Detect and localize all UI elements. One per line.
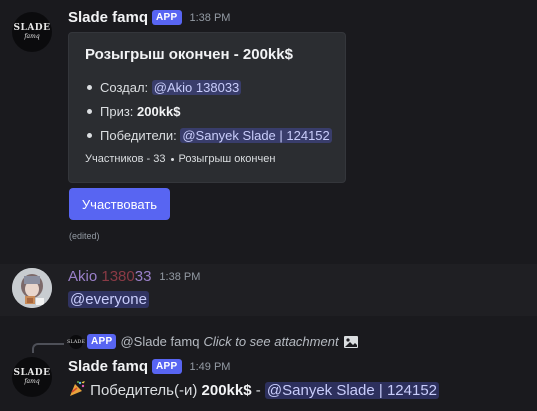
winner-mention[interactable]: @Sanyek Slade | 124152	[264, 382, 439, 399]
reply-author: @Slade famq	[120, 334, 200, 349]
reply-avatar: SLADE	[67, 334, 86, 349]
reply-preview: Click to see attachment	[203, 334, 339, 349]
everyone-mention[interactable]: @everyone	[68, 291, 149, 308]
embed-title: Розыгрыш окончен - 200kk$	[85, 46, 293, 63]
creator-mention[interactable]: @Akio 138033	[151, 79, 242, 95]
prize-value: 200kk$	[201, 382, 252, 399]
winners-label: Победители:	[100, 127, 177, 143]
image-icon	[343, 335, 358, 348]
message-header: Slade famq APP 1:49 PM	[68, 358, 230, 375]
avatar-logo-text: SLADE	[13, 23, 51, 33]
timestamp[interactable]: 1:38 PM	[190, 12, 231, 24]
avatar[interactable]	[12, 268, 52, 308]
message-header: Akio 138033 1:38 PM	[68, 268, 200, 285]
bullet	[87, 108, 92, 114]
avatar[interactable]: SLADE famq	[12, 357, 52, 397]
app-badge: APP	[152, 10, 182, 25]
content-separator: -	[251, 382, 265, 399]
embed-field-list: Создал: @Akio 138033 Приз: 200kk$ Победи…	[85, 75, 332, 147]
reply-avatar-text: SLADE	[67, 338, 86, 345]
footer-separator	[170, 157, 174, 161]
creator-label: Создал:	[100, 79, 149, 95]
timestamp[interactable]: 1:38 PM	[159, 271, 200, 283]
avatar-image	[12, 268, 52, 308]
winner-prefix: Победитель(-и)	[90, 382, 202, 399]
app-badge: APP	[87, 334, 117, 349]
author-name[interactable]: Slade famq	[68, 358, 148, 375]
participants-count: Участников - 33	[85, 153, 166, 165]
avatar-logo-subtext: famq	[24, 33, 40, 40]
bullet	[87, 132, 92, 138]
author-name-number: 1380	[101, 268, 135, 285]
author-name-text: Akio	[68, 268, 98, 285]
message-content: Победитель(-и) 200kk$ - @Sanyek Slade | …	[68, 380, 439, 399]
app-badge: APP	[152, 359, 182, 374]
edited-label: (edited)	[69, 231, 100, 241]
avatar[interactable]: SLADE famq	[12, 12, 52, 52]
message-content: @everyone	[68, 291, 149, 308]
list-item: Приз: 200kk$	[85, 99, 332, 123]
list-item: Создал: @Akio 138033	[85, 75, 332, 99]
author-name-number-end: 33	[134, 268, 152, 285]
avatar-logo-text: SLADE	[13, 368, 51, 378]
embed-footer: Участников - 33 Розыгрыш окончен	[85, 153, 275, 165]
message-header: Slade famq APP 1:38 PM	[68, 9, 230, 26]
prize-value: 200kk$	[137, 103, 181, 119]
party-popper-icon	[70, 380, 85, 396]
reply-connector	[32, 343, 64, 353]
timestamp[interactable]: 1:49 PM	[190, 361, 231, 373]
prize-label: Приз:	[100, 103, 134, 119]
winner-mention[interactable]: @Sanyek Slade | 124152	[180, 127, 332, 143]
giveaway-status: Розыгрыш окончен	[178, 153, 276, 165]
avatar-logo-subtext: famq	[24, 378, 40, 385]
reply-reference[interactable]: SLADE APP @Slade famq Click to see attac…	[67, 334, 359, 349]
list-item: Победители: @Sanyek Slade | 124152	[85, 123, 332, 147]
author-name[interactable]: Akio 138033	[68, 268, 151, 285]
giveaway-embed: Розыгрыш окончен - 200kk$ Создал: @Akio …	[68, 32, 346, 183]
bullet	[87, 84, 92, 90]
author-name[interactable]: Slade famq	[68, 9, 148, 26]
participate-button[interactable]: Участвовать	[69, 188, 170, 220]
